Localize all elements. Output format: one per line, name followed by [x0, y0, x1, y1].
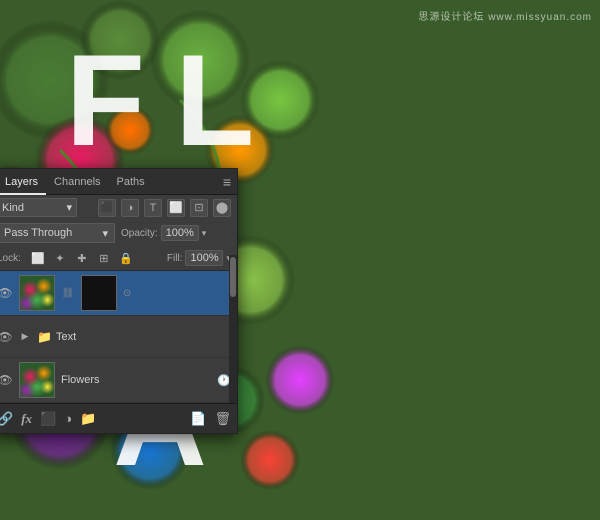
layer-item-flowers[interactable]: 👁 Flowers 🕐	[0, 358, 237, 403]
layers-panel: Layers Channels Paths ≡ Kind ▾ ⬛ ◑ T ⬜ ⊡…	[0, 168, 238, 434]
smart-object-badge-1: ⊙	[123, 288, 131, 299]
layer-info-3: Flowers 🕐	[61, 374, 231, 387]
tab-layers[interactable]: Layers	[0, 169, 46, 195]
filter-shape-icon[interactable]: ⬜	[167, 199, 185, 217]
panel-tabs: Layers Channels Paths ≡	[0, 169, 237, 195]
layers-list: 👁 ⛓ ⊙ 👁 ▶ 📁 Text 👁 F	[0, 271, 237, 403]
filter-icons: ⬛ ◑ T ⬜ ⊡ ⬤	[81, 199, 231, 217]
watermark: 思源设计论坛 www.missyuan.com	[418, 8, 592, 23]
lock-artboard-icon[interactable]: ⊞	[95, 249, 113, 267]
folder-icon-2: 📁	[37, 330, 52, 344]
layer-info-1: ⊙	[123, 288, 231, 299]
lock-row: Lock: ⬜ ✦ ✚ ⊞ 🔒 Fill: 100% ▾	[0, 246, 237, 271]
scroll-bar[interactable]	[229, 255, 237, 403]
new-layer-icon[interactable]: 📄	[190, 411, 206, 427]
link-icon[interactable]: 🔗	[0, 411, 13, 427]
layer-item-smart-object[interactable]: 👁 ⛓ ⊙	[0, 271, 237, 316]
opacity-value[interactable]: 100%	[161, 225, 199, 241]
layer-thumbnail-1	[19, 275, 55, 311]
blending-mode-arrow: ▾	[102, 227, 108, 240]
opacity-label: Opacity:	[121, 228, 158, 239]
letter-l: L	[175, 35, 254, 165]
letter-f: F	[66, 35, 145, 165]
layer-item-text-group[interactable]: 👁 ▶ 📁 Text	[0, 316, 237, 358]
filter-adjust-icon[interactable]: ◑	[121, 199, 139, 217]
layer-thumbnail-3	[19, 362, 55, 398]
layer-visibility-toggle-3[interactable]: 👁	[0, 372, 13, 388]
lock-icons: ⬜ ✦ ✚ ⊞ 🔒	[29, 249, 161, 267]
layer-visibility-toggle-2[interactable]: 👁	[0, 329, 13, 345]
kind-select[interactable]: Kind ▾	[0, 198, 77, 217]
thumbnail-flower-3	[20, 363, 54, 397]
layer-expand-arrow-2[interactable]: ▶	[19, 331, 31, 343]
mask-icon[interactable]: ⬛	[40, 411, 56, 427]
kind-select-label: Kind	[2, 202, 24, 214]
blending-mode-select[interactable]: Pass Through ▾	[0, 223, 115, 243]
panel-footer: 🔗 fx ⬛ ◑ 📁 📄 🗑	[0, 403, 237, 433]
blending-row: Pass Through ▾ Opacity: 100% ▾	[0, 220, 237, 246]
layer-chain-1[interactable]: ⛓	[61, 286, 75, 300]
lock-label: Lock:	[0, 253, 21, 264]
folder-new-icon[interactable]: 📁	[80, 411, 96, 427]
lock-pixels-icon[interactable]: ✦	[51, 249, 69, 267]
lock-position-icon[interactable]: ✚	[73, 249, 91, 267]
thumbnail-flower-1	[20, 276, 54, 310]
lock-all-icon[interactable]: 🔒	[117, 249, 135, 267]
scroll-thumb[interactable]	[230, 257, 236, 297]
opacity-group: Opacity: 100% ▾	[121, 225, 231, 241]
fill-label: Fill:	[167, 253, 183, 264]
lock-transparent-icon[interactable]: ⬜	[29, 249, 47, 267]
filter-type-icon[interactable]: T	[144, 199, 162, 217]
fill-value[interactable]: 100%	[185, 250, 223, 266]
layer-name-2: Text	[56, 331, 76, 343]
panel-menu-icon[interactable]: ≡	[223, 174, 231, 190]
layer-name-3: Flowers	[61, 374, 100, 386]
fx-icon[interactable]: fx	[21, 411, 32, 427]
filter-pixel-icon[interactable]: ⬛	[98, 199, 116, 217]
kind-row: Kind ▾ ⬛ ◑ T ⬜ ⊡ ⬤	[0, 195, 237, 220]
layer-mask-thumb-1	[81, 275, 117, 311]
letter-row-1: F L	[66, 35, 255, 165]
blending-mode-label: Pass Through	[4, 227, 72, 239]
filter-smart-icon[interactable]: ⊡	[190, 199, 208, 217]
layer-visibility-toggle-1[interactable]: 👁	[0, 285, 13, 301]
opacity-arrow: ▾	[202, 228, 207, 239]
adjustment-icon[interactable]: ◑	[64, 411, 72, 426]
filter-circle-icon[interactable]: ⬤	[213, 199, 231, 217]
kind-select-arrow: ▾	[66, 201, 72, 214]
fill-group: Fill: 100% ▾	[167, 250, 231, 266]
trash-icon[interactable]: 🗑	[214, 411, 231, 427]
tab-channels[interactable]: Channels	[46, 169, 108, 195]
tab-paths[interactable]: Paths	[109, 169, 153, 195]
layer-info-2: 📁 Text	[37, 330, 231, 344]
